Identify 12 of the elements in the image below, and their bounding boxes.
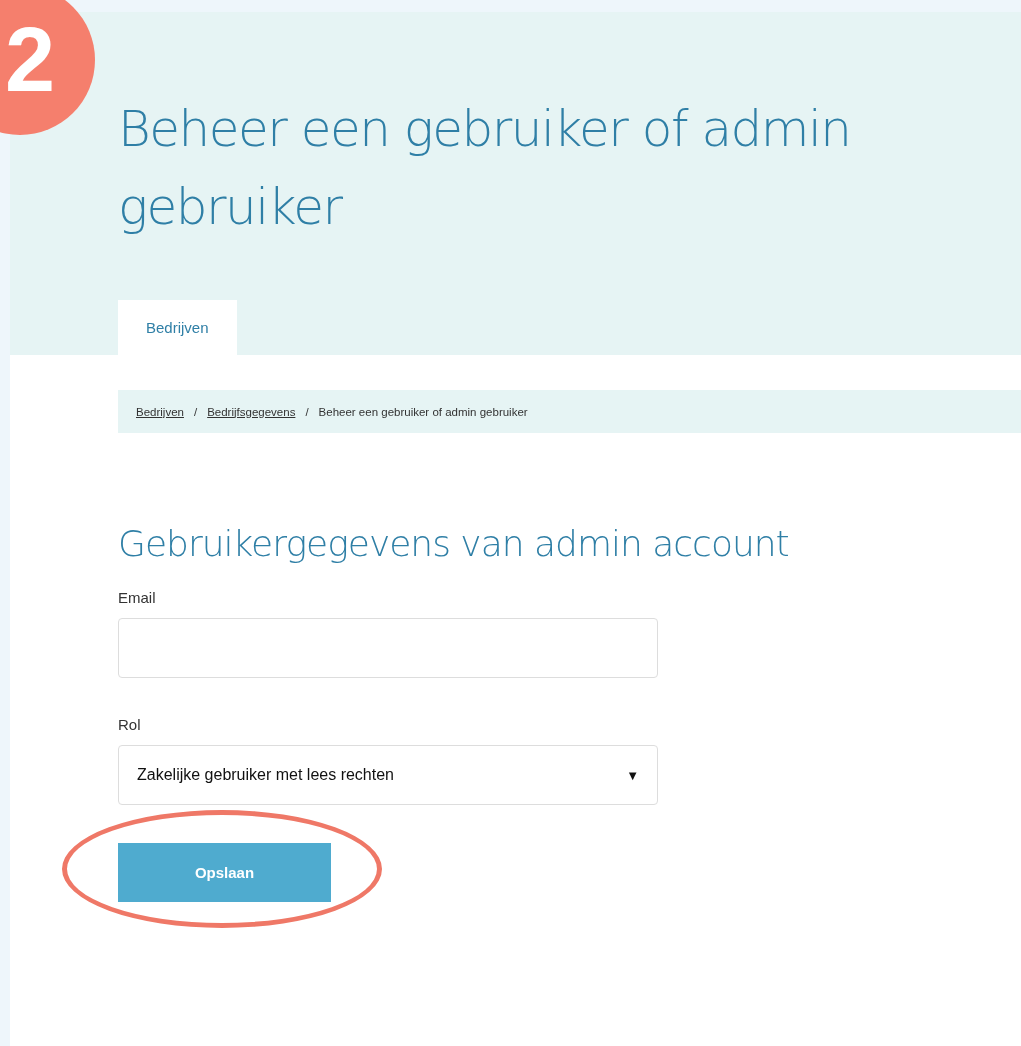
section-title: Gebruikergegevens van admin account (118, 523, 790, 564)
breadcrumb-current: Beheer een gebruiker of admin gebruiker (318, 405, 528, 418)
breadcrumb-link[interactable]: Bedrijven (136, 405, 184, 418)
role-dropdown[interactable]: Zakelijke gebruiker met lees rechten ▼ (118, 745, 658, 805)
field-label: Rol (118, 716, 142, 733)
tab[interactable]: Bedrijven (118, 300, 237, 355)
page-title: Beheer een gebruiker of admin gebruiker (118, 99, 852, 238)
breadcrumb-link[interactable]: Bedrijfsgegevens (207, 405, 296, 418)
email-field[interactable] (118, 618, 658, 678)
breadcrumb-separator: / (305, 405, 309, 418)
field-label: Email (118, 589, 157, 606)
breadcrumb-separator: / (193, 405, 198, 418)
